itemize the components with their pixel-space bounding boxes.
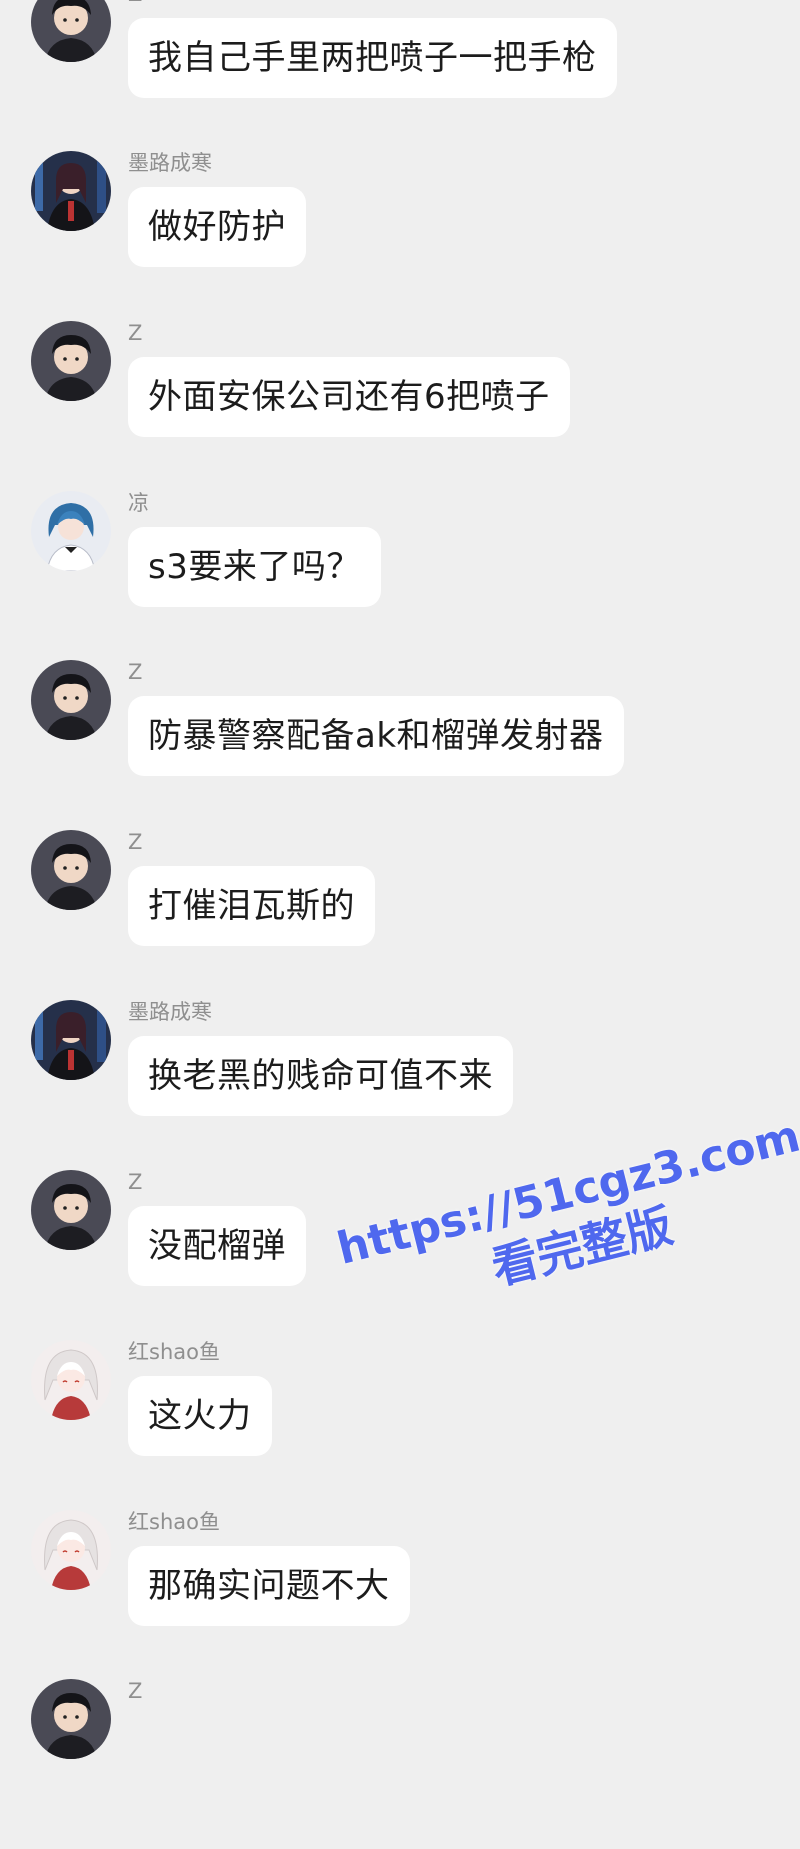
message-bubble[interactable]: 打催泪瓦斯的: [128, 866, 375, 946]
chat-message: Z 打催泪瓦斯的: [0, 830, 800, 1000]
sender-name: 红shao鱼: [128, 1510, 220, 1534]
chat-message: Z 没配榴弹: [0, 1170, 800, 1340]
sender-name: Z: [128, 321, 143, 345]
sender-name: 墨路成寒: [128, 1000, 212, 1024]
message-bubble[interactable]: 这火力: [128, 1376, 272, 1456]
message-bubble[interactable]: s3要来了吗？: [128, 527, 381, 607]
girl-dark-avatar-icon[interactable]: [31, 1000, 111, 1080]
chat-message: Z 防暴警察配备ak和榴弹发射器: [0, 660, 800, 830]
chat-message: 凉 s3要来了吗？: [0, 491, 800, 661]
sender-name: Z: [128, 830, 143, 854]
boy-avatar-icon[interactable]: [31, 321, 111, 401]
message-bubble[interactable]: 没配榴弹: [128, 1206, 306, 1286]
chat-message: Z 我自己手里两把喷子一把手枪: [0, 0, 800, 152]
message-bubble[interactable]: 防暴警察配备ak和榴弹发射器: [128, 696, 624, 776]
sender-name: 红shao鱼: [128, 1340, 220, 1364]
message-bubble[interactable]: 外面安保公司还有6把喷子: [128, 357, 570, 437]
boy-avatar-icon[interactable]: [31, 660, 111, 740]
girl-dark-avatar-icon[interactable]: [31, 151, 111, 231]
boy-avatar-icon[interactable]: [31, 1679, 111, 1759]
message-bubble[interactable]: 换老黑的贱命可值不来: [128, 1036, 513, 1116]
chat-message: 红shao鱼 那确实问题不大: [0, 1510, 800, 1680]
boy-avatar-icon[interactable]: [31, 1170, 111, 1250]
sender-name: Z: [128, 1679, 143, 1703]
chat-message: 红shao鱼 这火力: [0, 1340, 800, 1510]
white-hair-avatar-icon[interactable]: [31, 1510, 111, 1590]
message-bubble[interactable]: 做好防护: [128, 187, 306, 267]
blue-hair-avatar-icon[interactable]: [31, 491, 111, 571]
sender-name: Z: [128, 0, 142, 6]
white-hair-avatar-icon[interactable]: [31, 1340, 111, 1420]
sender-name: 凉: [128, 491, 149, 515]
boy-avatar-icon[interactable]: [31, 830, 111, 910]
boy-avatar-icon[interactable]: [31, 0, 111, 62]
sender-name: Z: [128, 1170, 143, 1194]
message-bubble[interactable]: 我自己手里两把喷子一把手枪: [128, 18, 617, 98]
message-bubble[interactable]: 那确实问题不大: [128, 1546, 410, 1626]
chat-message: Z 外面安保公司还有6把喷子: [0, 321, 800, 491]
sender-name: 墨路成寒: [128, 151, 212, 175]
chat-message: 墨路成寒 换老黑的贱命可值不来: [0, 1000, 800, 1170]
chat-message-list[interactable]: Z 我自己手里两把喷子一把手枪 墨路成寒 做好防护 Z 外面安保公司还有6把喷子…: [0, 0, 800, 1759]
chat-message: 墨路成寒 做好防护: [0, 151, 800, 321]
chat-message: Z: [0, 1679, 800, 1849]
sender-name: Z: [128, 660, 143, 684]
